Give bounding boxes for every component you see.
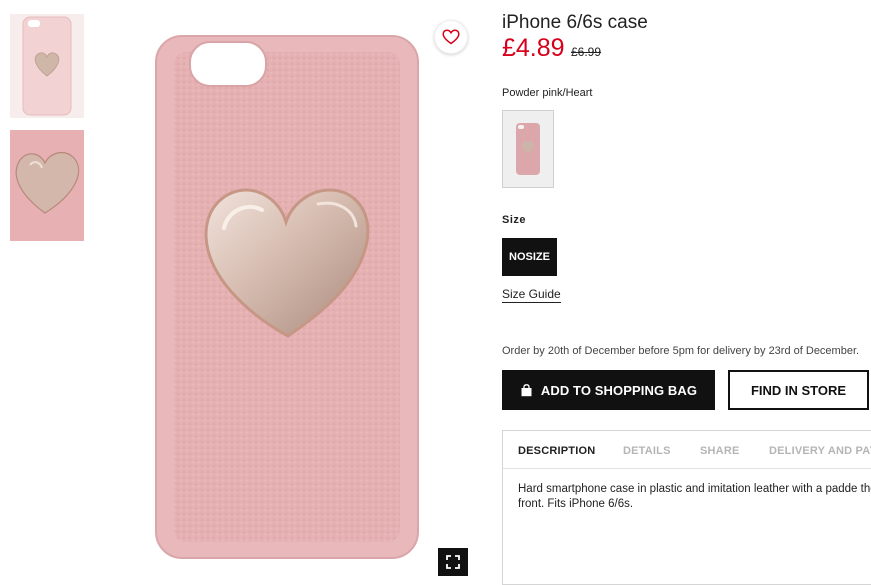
main-product-image[interactable] bbox=[98, 14, 470, 582]
product-title: iPhone 6/6s case bbox=[502, 12, 648, 33]
color-swatch-powder-pink[interactable] bbox=[502, 110, 554, 188]
tab-row: DESCRIPTION DETAILS SHARE DELIVERY AND P… bbox=[503, 431, 871, 469]
find-in-store-button[interactable]: FIND IN STORE bbox=[728, 370, 869, 410]
product-description: Hard smartphone case in plastic and imit… bbox=[518, 483, 871, 510]
color-name: Powder pink/Heart bbox=[502, 87, 593, 99]
phone-case-thumbnail-image bbox=[22, 16, 72, 116]
size-guide-link[interactable]: Size Guide bbox=[502, 287, 561, 303]
delivery-note: Order by 20th of December before 5pm for… bbox=[502, 345, 860, 357]
expand-fullscreen-icon bbox=[446, 555, 460, 569]
heart-closeup-thumbnail-image bbox=[10, 130, 84, 241]
thumbnail-strip bbox=[10, 14, 84, 241]
original-price: £6.99 bbox=[571, 45, 602, 59]
thumbnail-closeup[interactable] bbox=[10, 130, 84, 241]
tab-delivery-and-payment[interactable]: DELIVERY AND PAYM bbox=[769, 445, 871, 457]
sale-price: £4.89 bbox=[502, 34, 565, 62]
expand-image-button[interactable] bbox=[438, 548, 468, 576]
size-label: Size bbox=[502, 214, 527, 226]
tab-details[interactable]: DETAILS bbox=[623, 445, 671, 457]
thumbnail-front[interactable] bbox=[10, 14, 84, 118]
product-tabs-panel: DESCRIPTION DETAILS SHARE DELIVERY AND P… bbox=[502, 430, 871, 585]
add-to-bag-button[interactable]: ADD TO SHOPPING BAG bbox=[502, 370, 715, 410]
heart-outline-icon bbox=[442, 29, 460, 45]
shopping-bag-icon bbox=[521, 383, 532, 396]
size-option-nosize[interactable]: NOSIZE bbox=[502, 238, 557, 276]
tab-description[interactable]: DESCRIPTION bbox=[518, 445, 595, 457]
phone-case-image bbox=[155, 35, 419, 559]
tab-share[interactable]: SHARE bbox=[700, 445, 740, 457]
wishlist-button[interactable] bbox=[434, 20, 468, 54]
add-to-bag-label: ADD TO SHOPPING BAG bbox=[540, 382, 698, 398]
color-swatch-image bbox=[516, 123, 540, 175]
